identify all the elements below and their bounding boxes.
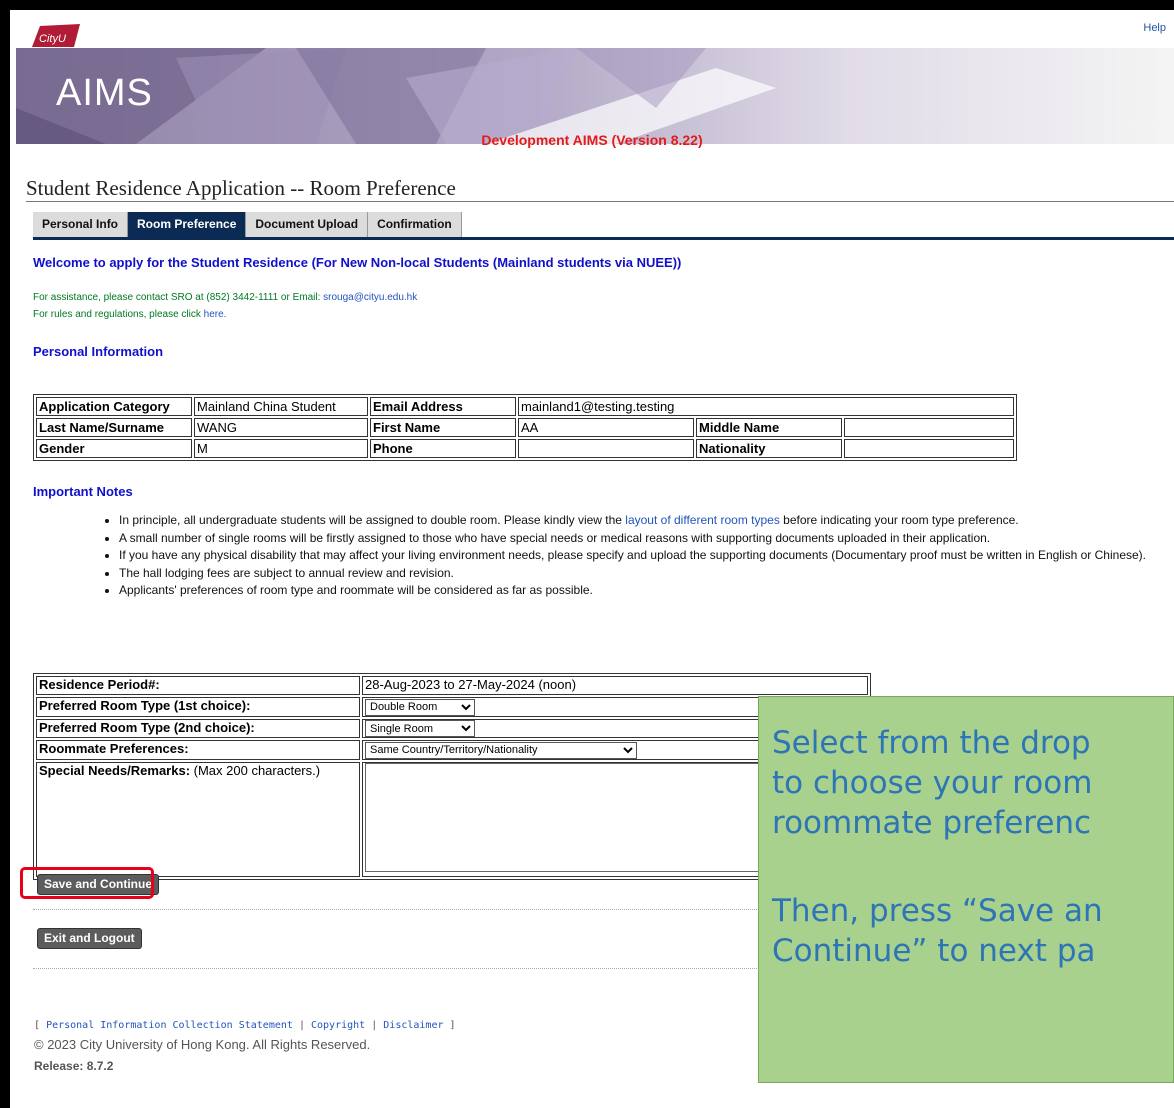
instruction-callout: Select from the drop to choose your room… xyxy=(758,696,1174,1083)
assistance-email-link[interactable]: srouga@cityu.edu.hk xyxy=(323,292,417,303)
nationality-value xyxy=(844,439,1014,458)
help-link[interactable]: Help xyxy=(1143,22,1166,34)
welcome-heading: Welcome to apply for the Student Residen… xyxy=(33,255,682,270)
assistance-text: For assistance, please contact SRO at (8… xyxy=(33,292,324,303)
list-item: If you have any physical disability that… xyxy=(119,548,1174,563)
middle-name-label: Middle Name xyxy=(696,418,842,437)
footer-links: [ Personal Information Collection Statem… xyxy=(34,1020,456,1031)
application-category-label: Application Category xyxy=(36,397,192,416)
tab-personal-info[interactable]: Personal Info xyxy=(33,212,129,237)
rules-suffix: . xyxy=(223,309,227,320)
room-type-1st-label: Preferred Room Type (1st choice): xyxy=(36,697,360,717)
middle-name-value xyxy=(844,418,1014,437)
table-row: Last Name/Surname WANG First Name AA Mid… xyxy=(36,418,1014,437)
table-row: Application Category Mainland China Stud… xyxy=(36,397,1014,416)
header: CityU AIMS Help Development AIMS (Versio… xyxy=(10,10,1174,150)
tab-room-preference[interactable]: Room Preference xyxy=(128,212,247,237)
page-title: Student Residence Application -- Room Pr… xyxy=(26,176,456,200)
phone-label: Phone xyxy=(370,439,516,458)
header-banner xyxy=(16,48,1174,144)
table-row: Special Needs/Remarks: (Max 200 characte… xyxy=(36,761,868,877)
title-divider xyxy=(26,201,1174,202)
callout-line: Then, press “Save an xyxy=(772,893,1103,929)
important-notes-heading: Important Notes xyxy=(33,484,133,499)
room-preference-table: Residence Period#: 28-Aug-2023 to 27-May… xyxy=(33,673,871,880)
step-tabs: Personal Info Room Preference Document U… xyxy=(33,212,462,237)
room-type-2nd-select[interactable]: Single Room xyxy=(365,720,475,737)
room-type-2nd-label: Preferred Room Type (2nd choice): xyxy=(36,718,360,738)
tab-underline xyxy=(33,237,1174,240)
table-row: Preferred Room Type (2nd choice): Single… xyxy=(36,718,868,738)
table-row: Preferred Room Type (1st choice): Double… xyxy=(36,697,868,717)
rules-text: For rules and regulations, please click xyxy=(33,309,204,320)
tab-confirmation[interactable]: Confirmation xyxy=(368,212,462,237)
list-item: Applicants' preferences of room type and… xyxy=(119,583,1174,598)
tab-document-upload[interactable]: Document Upload xyxy=(246,212,369,237)
email-label: Email Address xyxy=(370,397,516,416)
copyright-text: © 2023 City University of Hong Kong. All… xyxy=(34,1037,371,1052)
disclaimer-link[interactable]: Disclaimer xyxy=(383,1020,443,1031)
nationality-label: Nationality xyxy=(696,439,842,458)
dev-version-banner: Development AIMS (Version 8.22) xyxy=(481,132,703,148)
residence-period-value: 28-Aug-2023 to 27-May-2024 (noon) xyxy=(362,676,868,695)
table-row: Roommate Preferences: Same Country/Terri… xyxy=(36,740,868,760)
note-text: In principle, all undergraduate students… xyxy=(119,513,626,527)
exit-and-logout-button[interactable]: Exit and Logout xyxy=(37,928,142,949)
room-layout-link[interactable]: layout of different room types xyxy=(625,513,780,527)
footer-separator: | xyxy=(371,1020,378,1031)
special-needs-label: Special Needs/Remarks: (Max 200 characte… xyxy=(36,761,360,877)
important-notes-list: In principle, all undergraduate students… xyxy=(34,513,1174,601)
list-item: The hall lodging fees are subject to ann… xyxy=(119,566,1174,581)
save-button-highlight xyxy=(20,867,154,899)
roommate-preferences-select[interactable]: Same Country/Territory/Nationality xyxy=(365,741,637,759)
callout-line: Continue” to next pa xyxy=(772,933,1096,969)
callout-line: roommate preferenc xyxy=(772,805,1092,841)
footer-bracket: ] xyxy=(449,1020,456,1031)
personal-info-table: Application Category Mainland China Stud… xyxy=(33,394,1017,461)
browser-page: CityU AIMS Help Development AIMS (Versio… xyxy=(10,10,1174,1108)
assistance-line: For assistance, please contact SRO at (8… xyxy=(33,292,417,303)
callout-line: Select from the drop xyxy=(772,725,1091,761)
last-name-value: WANG xyxy=(194,418,368,437)
release-version: Release: 8.7.2 xyxy=(34,1059,114,1073)
personal-information-heading: Personal Information xyxy=(33,344,164,359)
list-item: In principle, all undergraduate students… xyxy=(119,513,1174,528)
note-text: before indicating your room type prefere… xyxy=(779,513,1019,527)
room-type-1st-select[interactable]: Double Room xyxy=(365,698,475,716)
first-name-label: First Name xyxy=(370,418,516,437)
list-item: A small number of single rooms will be f… xyxy=(119,531,1174,546)
special-needs-title: Special Needs/Remarks: xyxy=(39,762,191,778)
footer-bracket: [ xyxy=(34,1020,41,1031)
cityu-logo[interactable]: CityU xyxy=(30,23,82,49)
rules-here-link[interactable]: here xyxy=(204,309,224,320)
table-row: Gender M Phone Nationality xyxy=(36,439,1014,458)
gender-label: Gender xyxy=(36,439,192,458)
first-name-value: AA xyxy=(518,418,694,437)
special-needs-hint: (Max 200 characters.) xyxy=(190,762,321,778)
phone-value xyxy=(518,439,694,458)
gender-value: M xyxy=(194,439,368,458)
logo-text: CityU xyxy=(39,33,66,45)
rules-line: For rules and regulations, please click … xyxy=(33,309,226,320)
application-category-value: Mainland China Student xyxy=(194,397,368,416)
copyright-link[interactable]: Copyright xyxy=(311,1020,365,1031)
residence-period-label: Residence Period#: xyxy=(36,676,360,695)
email-value: mainland1@testing.testing xyxy=(518,397,1014,416)
table-row: Residence Period#: 28-Aug-2023 to 27-May… xyxy=(36,676,868,695)
callout-line: to choose your room xyxy=(772,765,1093,801)
roommate-preferences-label: Roommate Preferences: xyxy=(36,740,360,760)
personal-info-statement-link[interactable]: Personal Information Collection Statemen… xyxy=(46,1020,293,1031)
footer-separator: | xyxy=(298,1020,305,1031)
app-name: AIMS xyxy=(56,72,153,114)
last-name-label: Last Name/Surname xyxy=(36,418,192,437)
